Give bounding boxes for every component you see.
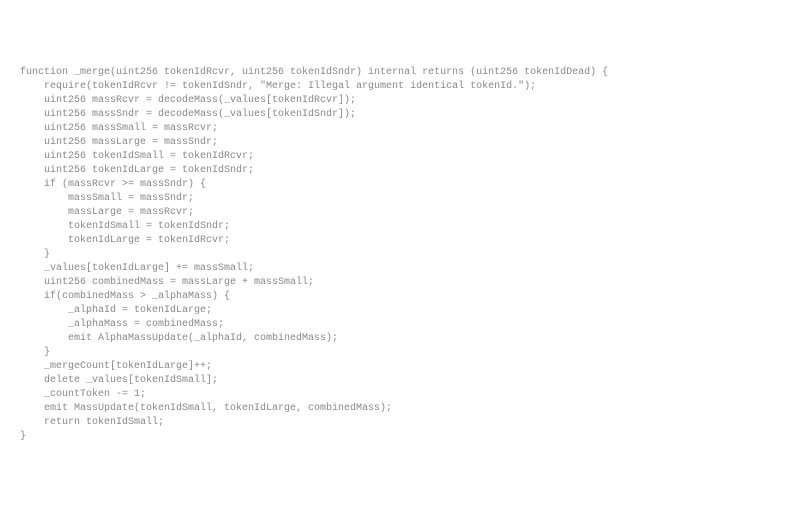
code-line: if (massRcvr >= massSndr) { [20, 178, 800, 192]
code-line: _alphaMass = combinedMass; [20, 318, 800, 332]
code-line: uint256 tokenIdLarge = tokenIdSndr; [20, 164, 800, 178]
code-line: _countToken -= 1; [20, 388, 800, 402]
code-line: tokenIdLarge = tokenIdRcvr; [20, 234, 800, 248]
code-line: _mergeCount[tokenIdLarge]++; [20, 360, 800, 374]
code-line: uint256 massSmall = massRcvr; [20, 122, 800, 136]
code-line: function _merge(uint256 tokenIdRcvr, uin… [20, 66, 800, 80]
code-line: return tokenIdSmall; [20, 416, 800, 430]
code-line: uint256 massSndr = decodeMass(_values[to… [20, 108, 800, 122]
code-line: emit AlphaMassUpdate(_alphaId, combinedM… [20, 332, 800, 346]
code-line: _values[tokenIdLarge] += massSmall; [20, 262, 800, 276]
code-line: massLarge = massRcvr; [20, 206, 800, 220]
code-line: } [20, 430, 800, 444]
code-line: tokenIdSmall = tokenIdSndr; [20, 220, 800, 234]
code-line: emit MassUpdate(tokenIdSmall, tokenIdLar… [20, 402, 800, 416]
code-line: uint256 massRcvr = decodeMass(_values[to… [20, 94, 800, 108]
code-line: delete _values[tokenIdSmall]; [20, 374, 800, 388]
code-line: massSmall = massSndr; [20, 192, 800, 206]
code-line: require(tokenIdRcvr != tokenIdSndr, "Mer… [20, 80, 800, 94]
code-line: uint256 tokenIdSmall = tokenIdRcvr; [20, 150, 800, 164]
code-line: } [20, 248, 800, 262]
code-line: uint256 massLarge = massSndr; [20, 136, 800, 150]
code-line: uint256 combinedMass = massLarge + massS… [20, 276, 800, 290]
code-line: } [20, 346, 800, 360]
code-line: _alphaId = tokenIdLarge; [20, 304, 800, 318]
code-block: function _merge(uint256 tokenIdRcvr, uin… [20, 66, 800, 444]
code-line: if(combinedMass > _alphaMass) { [20, 290, 800, 304]
